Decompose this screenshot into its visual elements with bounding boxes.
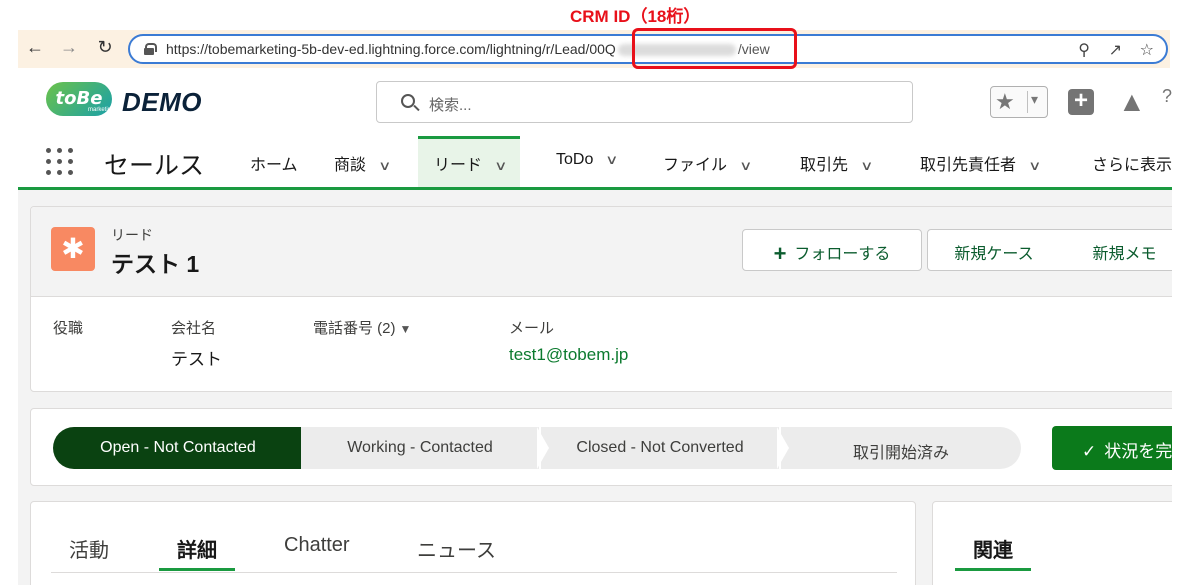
crm-id-annotation-label: CRM ID（18桁） [570,7,701,26]
path-step-closed-not-converted[interactable]: Closed - Not Converted [541,427,779,469]
path-step-converted[interactable]: 取引開始済み [781,427,1021,469]
trailhead-icon[interactable]: ▲ [1118,86,1146,118]
nav-item-label: リード [434,157,483,174]
nav-item-label: 取引先 [800,157,849,174]
chevron-down-icon[interactable]: ∨ [605,152,618,168]
app-launcher-icon[interactable] [46,148,74,176]
path-step-working-contacted[interactable]: Working - Contacted [301,427,539,469]
field-title: 役職 [53,317,83,338]
tab-details[interactable]: 詳細 [177,534,217,563]
app-navigation-bar: セールス ホーム 商談 ∨ リード ∨ ToDo ∨ ファイル ∨ 取引先 ∨ 取引先責任… [18,136,1172,190]
global-actions-plus-icon[interactable]: + [1068,89,1094,115]
path-step-open-not-contacted[interactable]: Open - Not Contacted [53,427,315,469]
record-title: テスト 1 [111,251,200,277]
record-header-top: ✱ リード テスト 1 + フォローする 新規ケース 新規メモ [31,207,1190,297]
favorites-divider [1027,91,1028,113]
logo-text: toBe [55,88,103,109]
path-separator [537,427,549,469]
path-separator [777,427,789,469]
new-note-button[interactable]: 新規メモ [1060,229,1190,271]
help-icon-partial[interactable]: ? [1162,86,1172,107]
screenshot-right-margin [1172,70,1200,585]
field-label: 役職 [53,320,84,337]
field-phone[interactable]: 電話番号 (2) ▼ [313,317,411,338]
chevron-down-icon[interactable]: ∨ [494,158,507,174]
field-email: メール test1@tobem.jp [509,317,628,365]
plus-icon: + [773,241,787,266]
reload-icon[interactable]: ↻ [94,37,116,58]
nav-item-label: 取引先責任者 [920,157,1017,174]
back-arrow-icon[interactable]: ← [24,37,46,58]
active-tab-indicator [159,568,235,571]
field-label: メール [509,320,555,337]
bookmark-star-icon[interactable]: ☆ [1140,40,1154,60]
zoom-icon[interactable]: ⚲ [1078,40,1090,60]
lock-icon [144,43,157,55]
field-company: 会社名 テスト [171,317,222,370]
chevron-down-icon[interactable]: ∨ [860,158,873,174]
share-icon[interactable]: ↗ [1109,40,1122,60]
nav-item-label: さらに表示 [1092,157,1173,174]
checkmark-icon: ✓ [1082,442,1097,461]
global-header: toBe marketing DEMO 検索... ★ ▾ + ▲ ? [18,70,1172,134]
search-placeholder: 検索... [429,97,472,114]
favorites-dropdown-icon[interactable]: ▾ [1031,91,1038,108]
crm-id-highlight-box [632,28,797,69]
logo-subtext: marketing [88,107,115,113]
tobe-logo[interactable]: toBe marketing [46,82,115,116]
nav-item-home[interactable]: ホーム [250,136,298,187]
url-prefix: https://tobemarketing-5b-dev-ed.lightnin… [166,41,616,57]
forward-arrow-icon[interactable]: → [58,37,80,58]
record-type-label: リード [111,227,153,243]
tab-activity[interactable]: 活動 [69,534,109,563]
chevron-down-icon[interactable]: ∨ [739,158,752,174]
lead-person-icon: ✱ [51,227,95,271]
record-tabs-card: 活動 詳細 Chatter ニュース [30,501,916,585]
nav-item-label: 商談 [334,157,367,174]
email-link[interactable]: test1@tobem.jp [509,345,628,365]
active-tab-indicator [955,568,1031,571]
lead-status-path: Open - Not Contacted Working - Contacted… [30,408,1192,486]
nav-item-label: ホーム [250,157,298,174]
tabs-divider [51,572,897,573]
new-case-button[interactable]: 新規ケース [927,229,1061,271]
global-search-input[interactable]: 検索... [376,81,913,123]
nav-item-accounts[interactable]: 取引先 ∨ [800,136,873,187]
follow-button[interactable]: + フォローする [742,229,922,271]
search-icon [401,94,415,108]
field-label: 電話番号 (2) [313,320,396,337]
related-card: 関連 [932,501,1180,585]
dropdown-caret-icon[interactable]: ▼ [400,322,412,336]
record-header-card: ✱ リード テスト 1 + フォローする 新規ケース 新規メモ 役職 会社名 テス… [30,206,1190,392]
app-name: セールス [104,152,205,180]
mark-status-complete-button[interactable]: ✓ 状況を完 [1052,426,1192,470]
nav-item-more[interactable]: さらに表示 [1092,136,1172,187]
favorites-star-icon[interactable]: ★ [995,89,1015,115]
nav-item-label: ToDo [556,151,594,168]
nav-item-opportunities[interactable]: 商談 ∨ [334,136,391,187]
browser-toolbar: ← → ↻ https://tobemarketing-5b-dev-ed.li… [18,30,1170,68]
tab-related[interactable]: 関連 [973,534,1013,563]
nav-item-files[interactable]: ファイル ∨ [663,136,752,187]
field-value: テスト [171,350,222,369]
tab-chatter[interactable]: Chatter [284,534,350,557]
nav-item-todo[interactable]: ToDo ∨ [556,136,619,187]
favorites-button-group[interactable]: ★ ▾ [990,86,1048,118]
tab-news[interactable]: ニュース [417,534,496,563]
field-label: 会社名 [171,320,217,337]
chevron-down-icon[interactable]: ∨ [1028,158,1041,174]
follow-button-label: フォローする [794,246,891,263]
nav-item-contacts[interactable]: 取引先責任者 ∨ [920,136,1041,187]
brand-name: DEMO [122,87,202,117]
chevron-down-icon[interactable]: ∨ [378,158,391,174]
status-button-label: 状況を完 [1104,442,1173,461]
nav-item-leads[interactable]: リード ∨ [418,136,520,187]
nav-item-label: ファイル [663,157,728,174]
